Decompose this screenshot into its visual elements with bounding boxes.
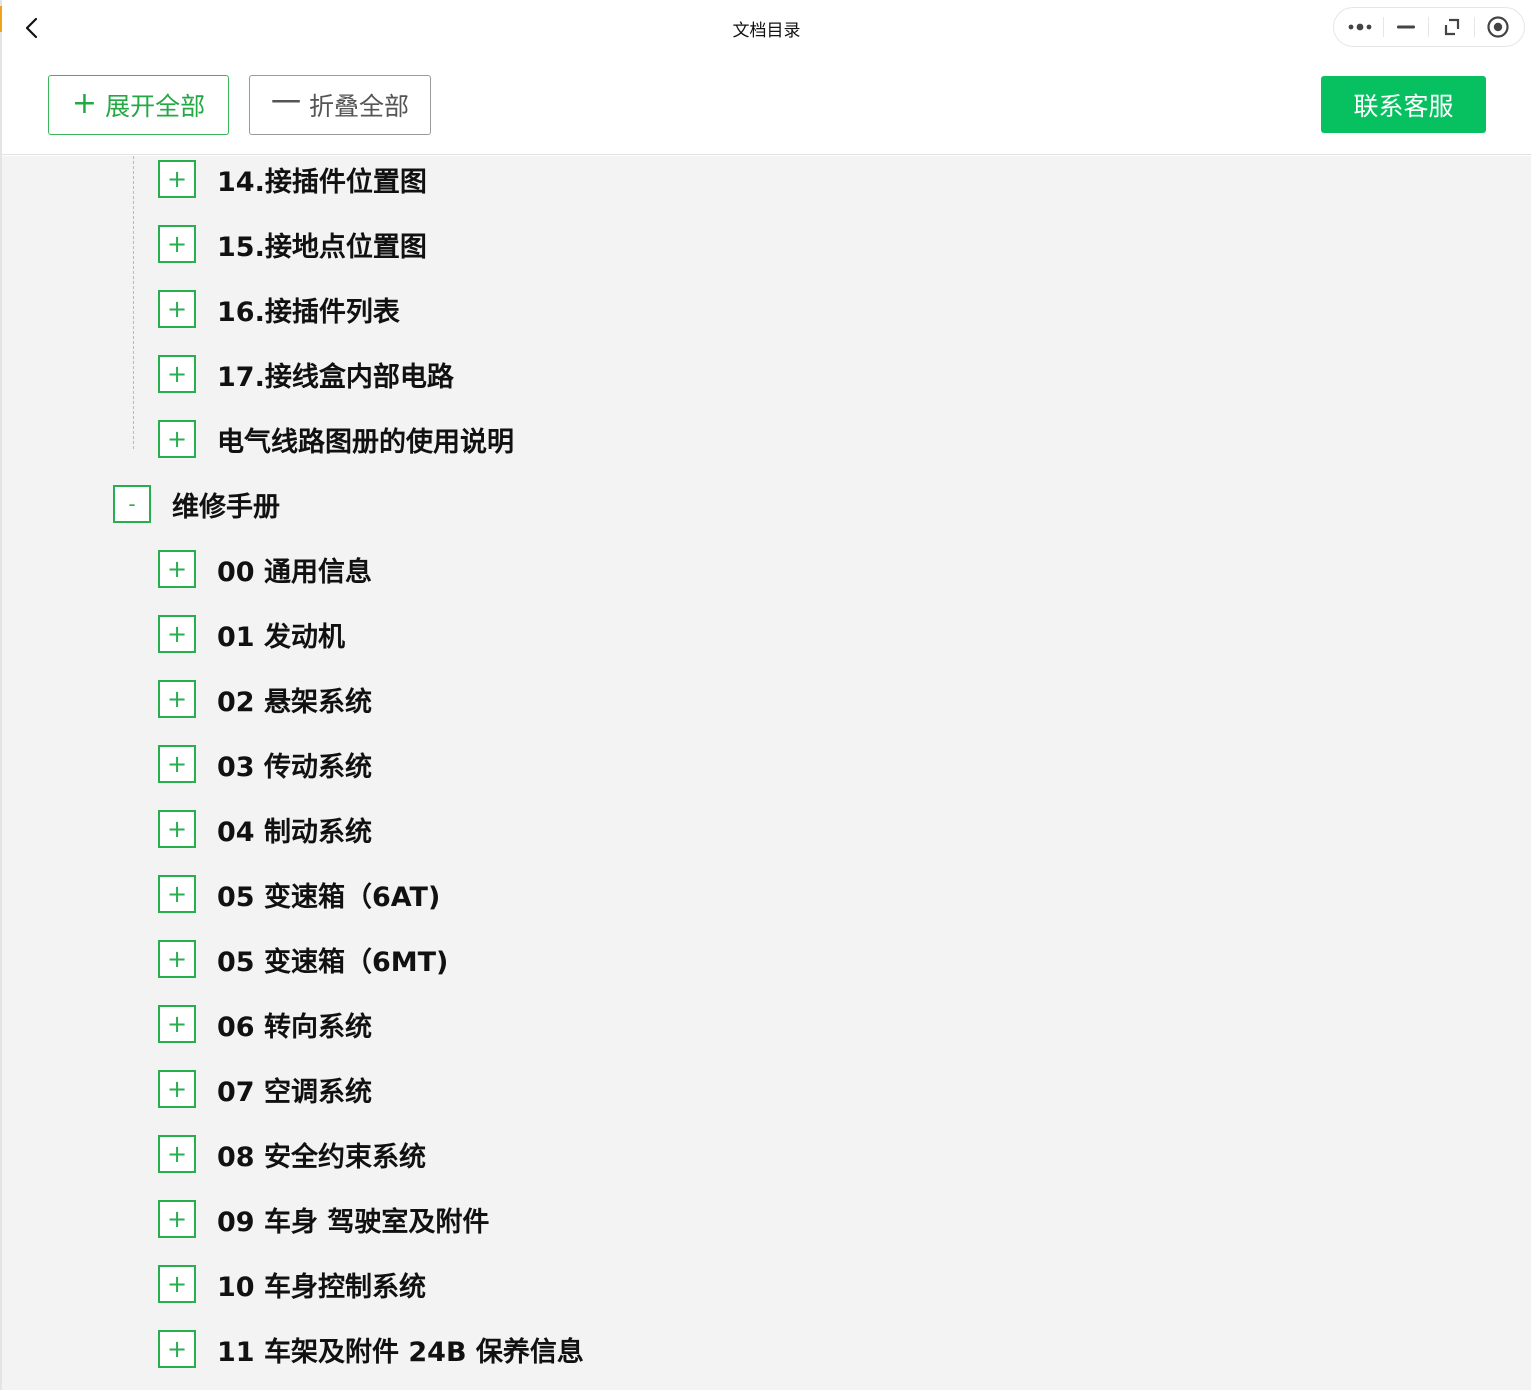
window-title: 文档目录 (2, 16, 1531, 41)
tree-item[interactable]: + 14.接插件位置图 (158, 159, 427, 199)
tree-item[interactable]: + 08 安全约束系统 (158, 1134, 426, 1174)
tree-item-label: 07 空调系统 (217, 1070, 372, 1109)
minus-icon: 一 (271, 89, 301, 119)
restore-icon (1442, 17, 1462, 37)
tree-item-label: 05 变速箱（6AT) (217, 875, 440, 914)
minimize-button[interactable] (1388, 11, 1424, 43)
expand-toggle-icon[interactable]: + (158, 810, 196, 848)
controls-divider (1474, 17, 1475, 37)
tree-item[interactable]: + 06 转向系统 (158, 1004, 372, 1044)
tree-item-label: 09 车身 驾驶室及附件 (217, 1200, 489, 1239)
close-button[interactable] (1480, 11, 1516, 43)
tree-item[interactable]: + 15.接地点位置图 (158, 224, 427, 264)
controls-divider (1428, 17, 1429, 37)
tree-item[interactable]: + 01 发动机 (158, 614, 345, 654)
tree-item-label: 14.接插件位置图 (217, 160, 427, 199)
tree-item[interactable]: + 电气线路图册的使用说明 (158, 419, 514, 459)
tree-item[interactable]: + 11 车架及附件 24B 保养信息 (158, 1329, 584, 1369)
expand-toggle-icon[interactable]: + (158, 160, 196, 198)
expand-toggle-icon[interactable]: + (158, 1005, 196, 1043)
controls-divider (1383, 17, 1384, 37)
window-controls (1333, 7, 1525, 47)
tree-item-label: 16.接插件列表 (217, 290, 400, 329)
tree-guide-line (133, 156, 134, 449)
tree-item[interactable]: + 09 车身 驾驶室及附件 (158, 1199, 489, 1239)
tree-item[interactable]: + 07 空调系统 (158, 1069, 372, 1109)
tree-item-label: 03 传动系统 (217, 745, 372, 784)
tree-item-label: 06 转向系统 (217, 1005, 372, 1044)
tree-item[interactable]: + 00 通用信息 (158, 549, 372, 589)
expand-toggle-icon[interactable]: + (158, 1330, 196, 1368)
tree-item-label: 04 制动系统 (217, 810, 372, 849)
expand-toggle-icon[interactable]: + (158, 355, 196, 393)
tree-item-label: 电气线路图册的使用说明 (217, 420, 514, 459)
tree-item-label: 15.接地点位置图 (217, 225, 427, 264)
expand-toggle-icon[interactable]: + (158, 940, 196, 978)
expand-toggle-icon[interactable]: + (158, 420, 196, 458)
app-window: 文档目录 (0, 0, 1531, 1390)
expand-toggle-icon[interactable]: + (158, 680, 196, 718)
tree-item[interactable]: + 05 变速箱（6AT) (158, 874, 440, 914)
title-bar: 文档目录 (2, 0, 1531, 56)
tree-item-label: 17.接线盒内部电路 (217, 355, 454, 394)
collapse-all-label: 折叠全部 (309, 87, 409, 123)
expand-toggle-icon[interactable]: + (158, 745, 196, 783)
document-tree: + 14.接插件位置图 + 15.接地点位置图 + 16.接插件列表 + 17.… (2, 156, 1531, 1390)
collapse-toggle-icon[interactable]: - (113, 485, 151, 523)
tree-item-label: 08 安全约束系统 (217, 1135, 426, 1174)
more-icon (1347, 22, 1373, 32)
tree-item[interactable]: + 03 传动系统 (158, 744, 372, 784)
expand-all-button[interactable]: + 展开全部 (48, 75, 229, 135)
toolbar: + 展开全部 一 折叠全部 联系客服 (2, 56, 1531, 155)
collapse-all-button[interactable]: 一 折叠全部 (249, 75, 431, 135)
tree-item-label: 01 发动机 (217, 615, 345, 654)
expand-toggle-icon[interactable]: + (158, 615, 196, 653)
tree-item[interactable]: + 16.接插件列表 (158, 289, 400, 329)
tree-item[interactable]: + 05 变速箱（6MT) (158, 939, 448, 979)
minimize-icon (1396, 24, 1416, 30)
tree-item[interactable]: + 10 车身控制系统 (158, 1264, 426, 1304)
more-button[interactable] (1342, 11, 1378, 43)
contact-support-button[interactable]: 联系客服 (1321, 76, 1486, 133)
tree-item-label: 02 悬架系统 (217, 680, 372, 719)
tree-item-label: 11 车架及附件 24B 保养信息 (217, 1330, 584, 1369)
expand-toggle-icon[interactable]: + (158, 1070, 196, 1108)
expand-toggle-icon[interactable]: + (158, 1135, 196, 1173)
tree-item-label: 00 通用信息 (217, 550, 372, 589)
expand-toggle-icon[interactable]: + (158, 290, 196, 328)
tree-item-label: 10 车身控制系统 (217, 1265, 426, 1304)
expand-toggle-icon[interactable]: + (158, 550, 196, 588)
tree-item-label: 05 变速箱（6MT) (217, 940, 448, 979)
restore-button[interactable] (1434, 11, 1470, 43)
expand-all-label: 展开全部 (105, 87, 205, 123)
expand-toggle-icon[interactable]: + (158, 225, 196, 263)
tree-item[interactable]: + 17.接线盒内部电路 (158, 354, 454, 394)
expand-toggle-icon[interactable]: + (158, 1265, 196, 1303)
tree-item[interactable]: + 02 悬架系统 (158, 679, 372, 719)
expand-toggle-icon[interactable]: + (158, 875, 196, 913)
tree-item[interactable]: + 04 制动系统 (158, 809, 372, 849)
expand-toggle-icon[interactable]: + (158, 1200, 196, 1238)
tree-section[interactable]: - 维修手册 (113, 484, 280, 524)
plus-icon: + (72, 89, 97, 119)
close-circle-icon (1486, 15, 1510, 39)
tree-section-label: 维修手册 (172, 485, 280, 524)
